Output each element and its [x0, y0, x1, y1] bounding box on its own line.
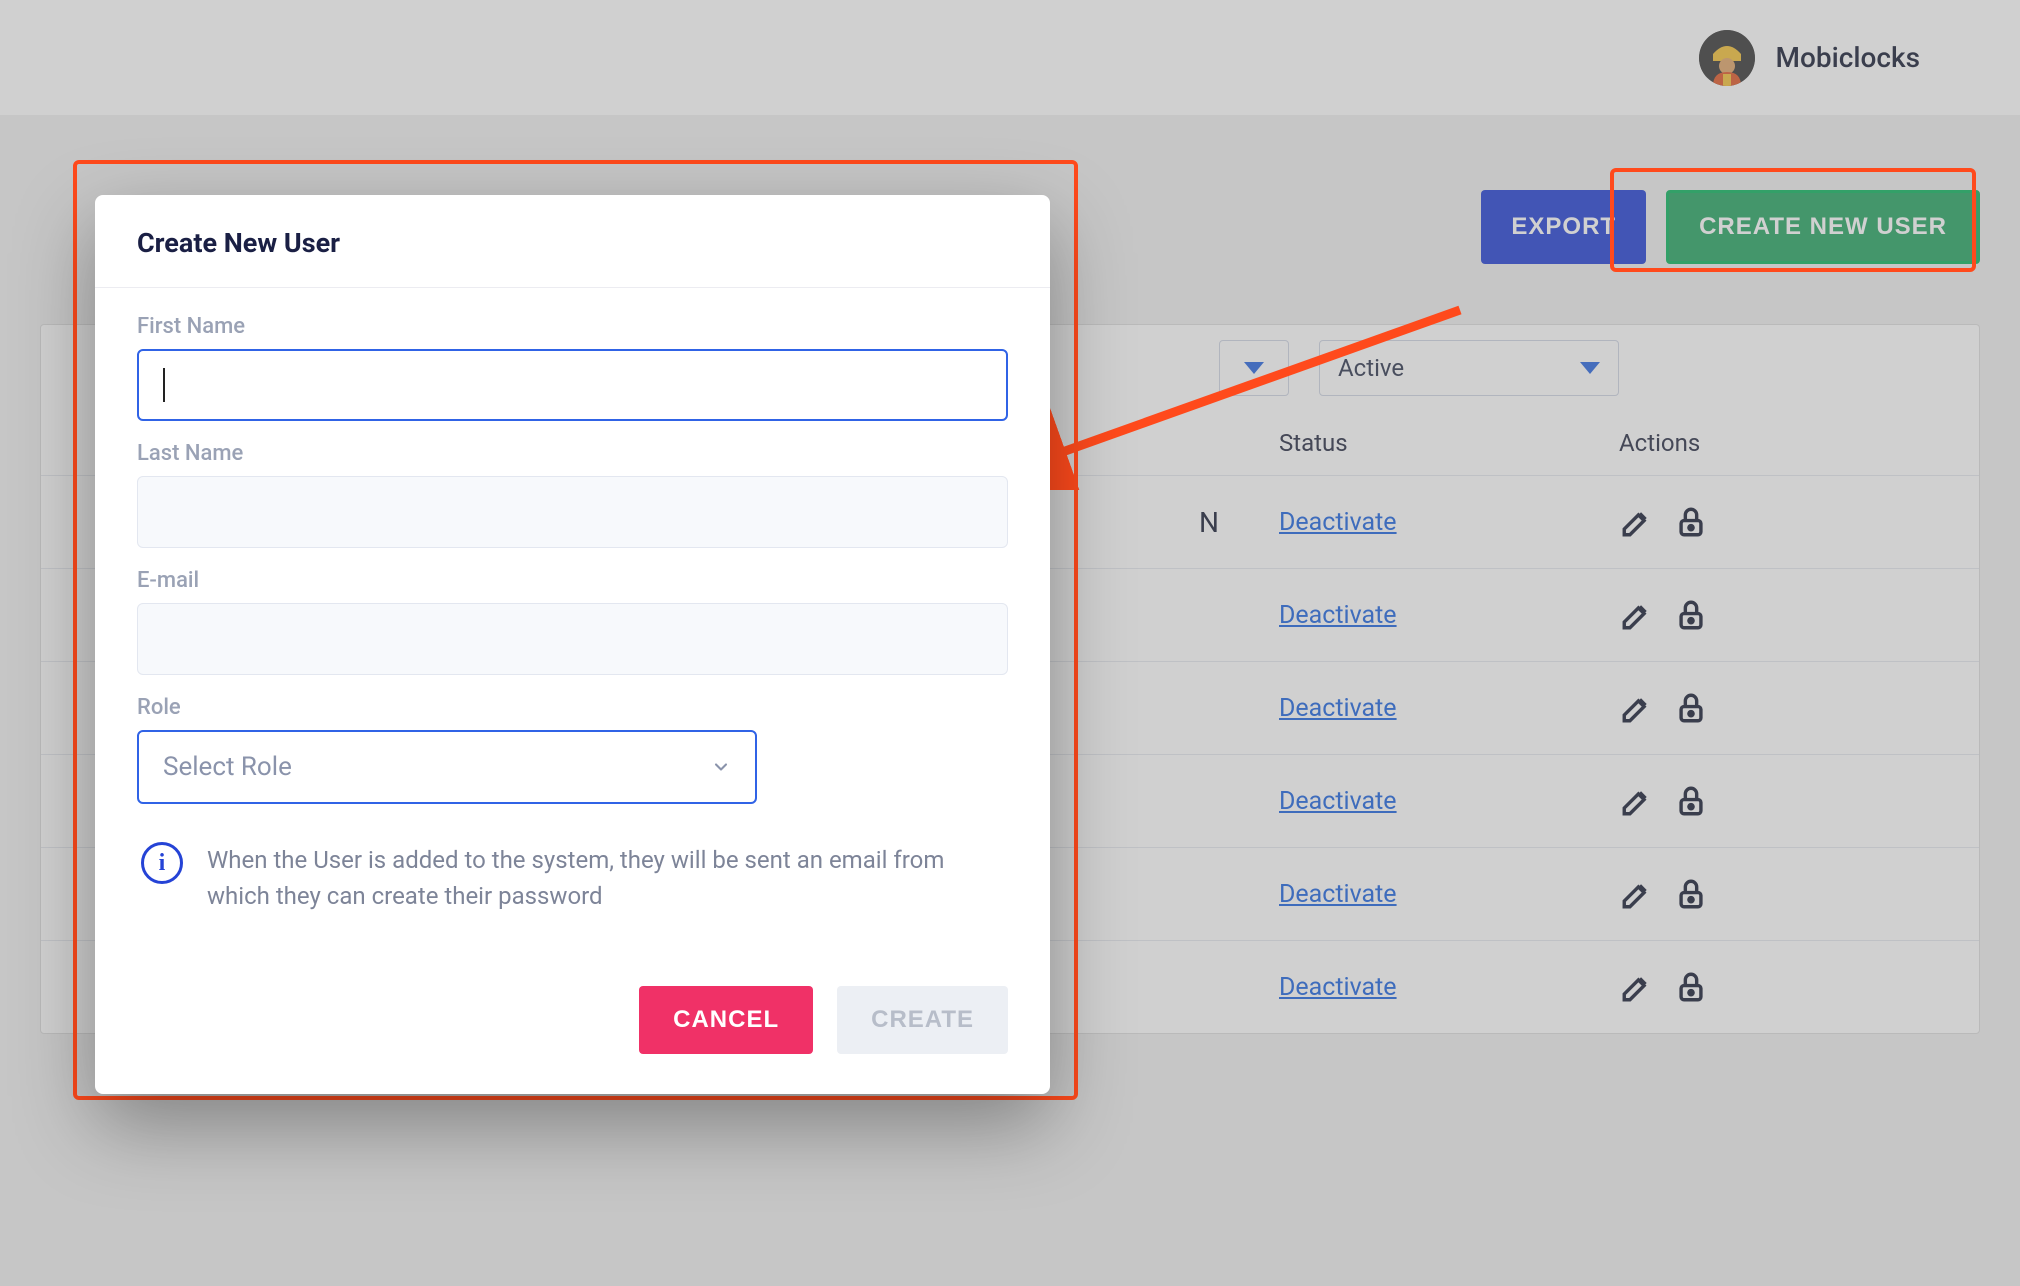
avatar-icon: [1699, 30, 1755, 86]
info-icon: i: [141, 842, 183, 884]
lock-icon[interactable]: [1673, 690, 1709, 726]
lock-icon[interactable]: [1673, 783, 1709, 819]
email-label: E-mail: [137, 568, 1008, 593]
lock-icon[interactable]: [1673, 969, 1709, 1005]
lock-icon[interactable]: [1673, 597, 1709, 633]
role-placeholder: Select Role: [163, 752, 292, 782]
chevron-down-icon: [711, 757, 731, 777]
deactivate-link[interactable]: Deactivate: [1279, 787, 1397, 816]
create-button[interactable]: CREATE: [837, 986, 1008, 1054]
edit-icon[interactable]: [1619, 690, 1655, 726]
column-header-actions: Actions: [1619, 429, 1959, 457]
create-user-modal: Create New User First Name Last Name E-m…: [95, 195, 1050, 1094]
info-message: i When the User is added to the system, …: [137, 824, 1008, 944]
deactivate-link[interactable]: Deactivate: [1279, 880, 1397, 909]
column-header-status: Status: [1279, 429, 1619, 457]
chevron-down-icon: [1580, 362, 1600, 374]
first-name-label: First Name: [137, 314, 1008, 339]
user-name[interactable]: Mobiclocks: [1775, 41, 1920, 74]
export-button[interactable]: EXPORT: [1481, 190, 1646, 264]
cancel-button[interactable]: CANCEL: [639, 986, 813, 1054]
deactivate-link[interactable]: Deactivate: [1279, 694, 1397, 723]
avatar[interactable]: [1699, 30, 1755, 86]
edit-icon[interactable]: [1619, 969, 1655, 1005]
status-filter-dropdown[interactable]: Active: [1319, 340, 1619, 396]
edit-icon[interactable]: [1619, 783, 1655, 819]
edit-icon[interactable]: [1619, 597, 1655, 633]
modal-header: Create New User: [95, 195, 1050, 288]
create-new-user-button[interactable]: CREATE NEW USER: [1666, 190, 1980, 264]
edit-icon[interactable]: [1619, 876, 1655, 912]
filter-dropdown-partial[interactable]: [1219, 340, 1289, 396]
first-name-input[interactable]: [137, 349, 1008, 421]
last-name-label: Last Name: [137, 441, 1008, 466]
last-name-input[interactable]: [137, 476, 1008, 548]
deactivate-link[interactable]: Deactivate: [1279, 601, 1397, 630]
row-fragment: N: [1199, 506, 1279, 539]
app-header: Mobiclocks: [0, 0, 2020, 115]
modal-body: First Name Last Name E-mail Role Select …: [95, 288, 1050, 954]
text-cursor: [163, 368, 165, 402]
info-text: When the User is added to the system, th…: [207, 842, 1004, 914]
modal-title: Create New User: [137, 227, 1008, 259]
role-select[interactable]: Select Role: [137, 730, 757, 804]
modal-footer: CANCEL CREATE: [95, 954, 1050, 1094]
role-label: Role: [137, 695, 1008, 720]
chevron-down-icon: [1244, 362, 1264, 374]
deactivate-link[interactable]: Deactivate: [1279, 508, 1397, 537]
lock-icon[interactable]: [1673, 876, 1709, 912]
lock-icon[interactable]: [1673, 504, 1709, 540]
status-filter-value: Active: [1338, 354, 1404, 382]
email-input[interactable]: [137, 603, 1008, 675]
deactivate-link[interactable]: Deactivate: [1279, 973, 1397, 1002]
edit-icon[interactable]: [1619, 504, 1655, 540]
